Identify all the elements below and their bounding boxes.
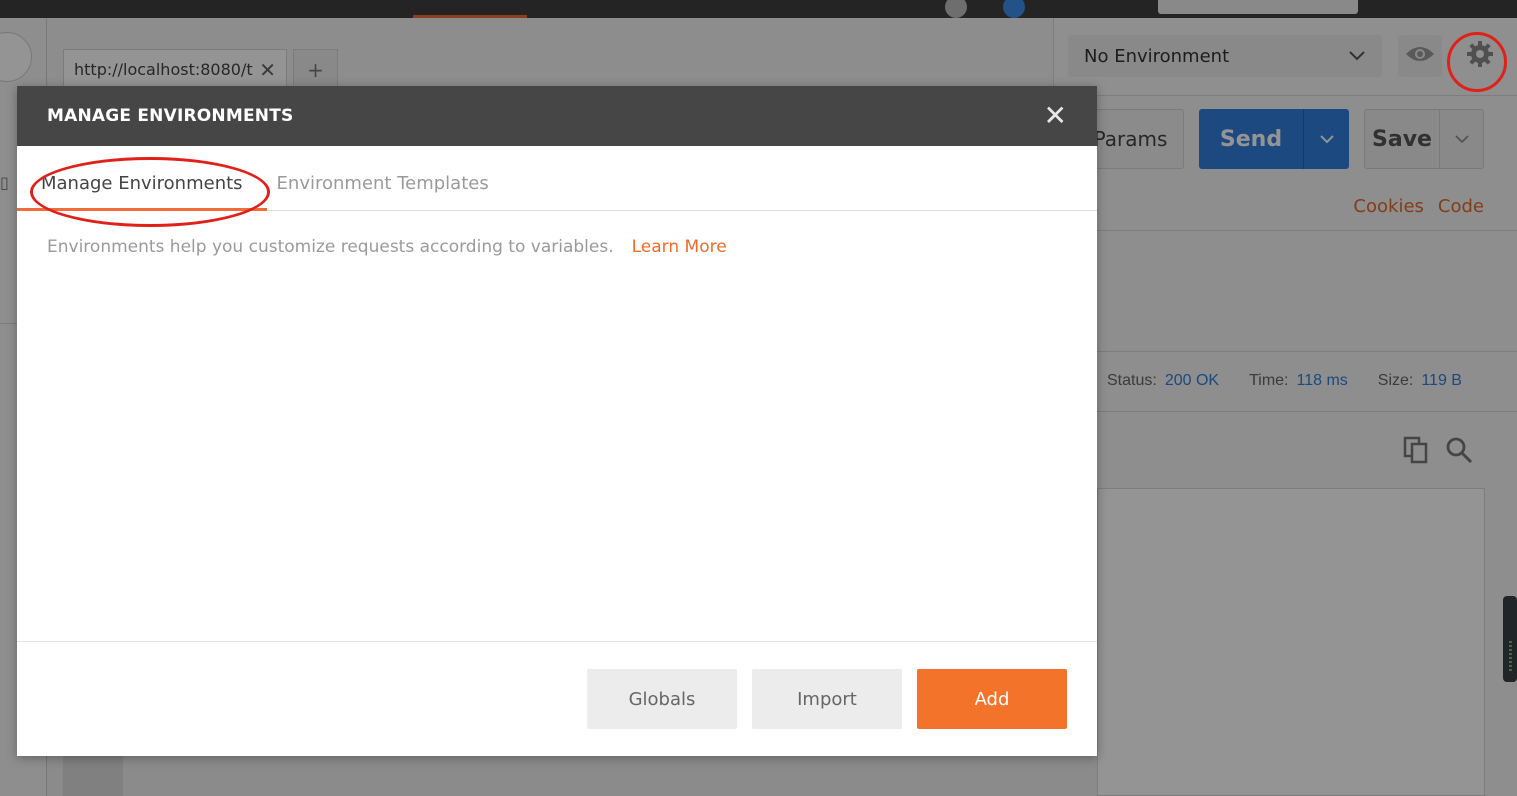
close-icon[interactable]: ✕ — [1044, 102, 1067, 130]
tab-environment-templates[interactable]: Environment Templates — [277, 173, 489, 210]
import-button[interactable]: Import — [752, 669, 902, 729]
modal-body: Environments help you customize requests… — [17, 211, 1097, 642]
learn-more-link[interactable]: Learn More — [632, 237, 727, 257]
intro-paragraph: Environments help you customize requests… — [47, 237, 1067, 257]
modal-footer: Globals Import Add — [17, 642, 1097, 756]
modal-title: MANAGE ENVIRONMENTS — [47, 106, 294, 126]
intro-text: Environments help you customize requests… — [47, 237, 614, 257]
add-button[interactable]: Add — [917, 669, 1067, 729]
manage-environments-modal: MANAGE ENVIRONMENTS ✕ Manage Environment… — [17, 86, 1097, 756]
annotation-circle-gear — [1447, 32, 1507, 92]
modal-header: MANAGE ENVIRONMENTS ✕ — [17, 86, 1097, 146]
modal-tabs: Manage Environments Environment Template… — [17, 146, 1097, 227]
globals-button[interactable]: Globals — [587, 669, 737, 729]
annotation-ellipse-tab — [30, 157, 270, 227]
